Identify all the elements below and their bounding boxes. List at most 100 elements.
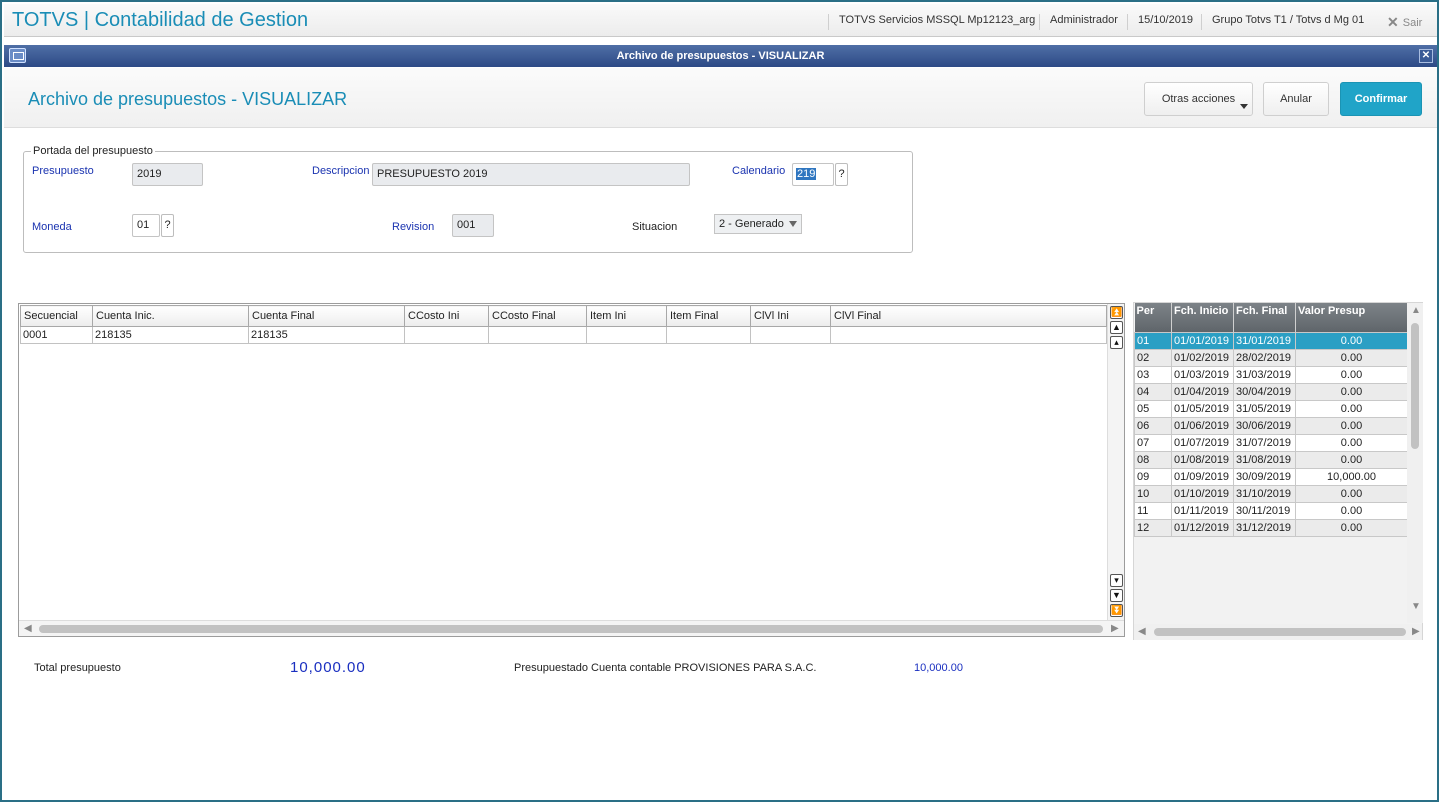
table-cell[interactable]: 31/08/2019: [1233, 450, 1296, 469]
scroll-right-icon[interactable]: ▶: [1111, 623, 1119, 634]
column-header[interactable]: CCosto Ini: [404, 305, 489, 327]
table-cell[interactable]: 0.00: [1295, 365, 1408, 384]
table-cell[interactable]: 09: [1134, 467, 1172, 486]
page-up-icon[interactable]: ▲: [1110, 321, 1123, 334]
table-cell[interactable]: 0.00: [1295, 501, 1408, 520]
cancel-button[interactable]: Anular: [1263, 82, 1329, 116]
table-cell[interactable]: 12: [1134, 518, 1172, 537]
table-cell[interactable]: 30/11/2019: [1233, 501, 1296, 520]
budget-field[interactable]: 2019: [132, 163, 203, 186]
column-header[interactable]: Per: [1134, 303, 1172, 332]
table-cell[interactable]: 04: [1134, 382, 1172, 401]
table-cell[interactable]: 0.00: [1295, 484, 1408, 503]
table-cell[interactable]: 02: [1134, 348, 1172, 367]
table-row[interactable]: 03 01/03/2019 31/03/2019 0.00: [1134, 365, 1408, 384]
exit-button[interactable]: ✕ Sair: [1387, 14, 1422, 31]
column-header[interactable]: Cuenta Final: [248, 305, 405, 327]
scroll-top-icon[interactable]: ⏫: [1110, 306, 1123, 319]
scroll-down-icon[interactable]: ▼: [1411, 601, 1421, 612]
table-row[interactable]: 08 01/08/2019 31/08/2019 0.00: [1134, 450, 1408, 469]
currency-lookup-button[interactable]: ?: [161, 214, 174, 237]
table-cell[interactable]: 01/05/2019: [1171, 399, 1234, 418]
table-cell[interactable]: 31/03/2019: [1233, 365, 1296, 384]
column-header[interactable]: CCosto Final: [488, 305, 587, 327]
column-header[interactable]: ClVl Final: [830, 305, 1107, 327]
table-cell[interactable]: 31/01/2019: [1233, 331, 1296, 350]
table-cell[interactable]: 0.00: [1295, 433, 1408, 452]
scroll-down-icon[interactable]: ▾: [1110, 574, 1123, 587]
grid-vertical-scrollbar[interactable]: ⏫ ▲ ▴ ▾ ▼ ⏬: [1107, 304, 1124, 620]
table-row[interactable]: 09 01/09/2019 30/09/2019 10,000.00: [1134, 467, 1408, 486]
dialog-close-button[interactable]: ✕: [1419, 49, 1433, 63]
revision-field[interactable]: 001: [452, 214, 494, 237]
table-cell[interactable]: [404, 326, 489, 344]
column-header[interactable]: Fch. Inicio: [1171, 303, 1234, 332]
scroll-thumb[interactable]: [39, 625, 1103, 633]
table-cell[interactable]: 07: [1134, 433, 1172, 452]
column-header[interactable]: Cuenta Inic.: [92, 305, 249, 327]
page-down-icon[interactable]: ▼: [1110, 589, 1123, 602]
table-cell[interactable]: 10,000.00: [1295, 467, 1408, 486]
table-cell[interactable]: [830, 326, 1107, 344]
accounts-grid[interactable]: Secuencial Cuenta Inic. Cuenta Final CCo…: [18, 303, 1125, 637]
table-cell[interactable]: 01/10/2019: [1171, 484, 1234, 503]
table-cell[interactable]: 03: [1134, 365, 1172, 384]
calendar-field[interactable]: 219: [792, 163, 834, 186]
table-cell[interactable]: 01: [1134, 331, 1172, 350]
scroll-left-icon[interactable]: ◀: [1138, 626, 1146, 637]
periods-vertical-scrollbar[interactable]: ▲ ▼: [1407, 303, 1423, 623]
table-cell[interactable]: 11: [1134, 501, 1172, 520]
table-row[interactable]: 12 01/12/2019 31/12/2019 0.00: [1134, 518, 1408, 537]
scroll-left-icon[interactable]: ◀: [24, 623, 32, 634]
table-cell[interactable]: [488, 326, 587, 344]
table-row[interactable]: 0001 218135 218135: [20, 326, 1107, 344]
table-cell[interactable]: 01/12/2019: [1171, 518, 1234, 537]
table-row[interactable]: 11 01/11/2019 30/11/2019 0.00: [1134, 501, 1408, 520]
column-header[interactable]: Item Final: [666, 305, 751, 327]
table-cell[interactable]: 218135: [92, 326, 249, 344]
periods-grid[interactable]: Per Fch. Inicio Fch. Final Valor Presup …: [1133, 302, 1423, 640]
table-cell[interactable]: 05: [1134, 399, 1172, 418]
table-cell[interactable]: [750, 326, 831, 344]
column-header[interactable]: ClVl Ini: [750, 305, 831, 327]
table-cell[interactable]: 06: [1134, 416, 1172, 435]
table-cell[interactable]: 0.00: [1295, 348, 1408, 367]
table-row[interactable]: 10 01/10/2019 31/10/2019 0.00: [1134, 484, 1408, 503]
table-cell[interactable]: 28/02/2019: [1233, 348, 1296, 367]
table-cell[interactable]: [666, 326, 751, 344]
column-header[interactable]: Fch. Final: [1233, 303, 1296, 332]
table-cell[interactable]: 218135: [248, 326, 405, 344]
table-cell[interactable]: 0001: [20, 326, 93, 344]
scroll-thumb[interactable]: [1411, 323, 1419, 449]
table-cell[interactable]: [586, 326, 667, 344]
table-row[interactable]: 06 01/06/2019 30/06/2019 0.00: [1134, 416, 1408, 435]
table-cell[interactable]: 0.00: [1295, 331, 1408, 350]
table-cell[interactable]: 30/06/2019: [1233, 416, 1296, 435]
calendar-lookup-button[interactable]: ?: [835, 163, 848, 186]
table-cell[interactable]: 31/05/2019: [1233, 399, 1296, 418]
grid-horizontal-scrollbar[interactable]: ◀ ▶: [19, 620, 1124, 636]
table-cell[interactable]: 31/07/2019: [1233, 433, 1296, 452]
column-header[interactable]: Item Ini: [586, 305, 667, 327]
more-actions-button[interactable]: Otras acciones: [1144, 82, 1253, 116]
scroll-up-icon[interactable]: ▲: [1411, 305, 1421, 316]
table-cell[interactable]: 01/06/2019: [1171, 416, 1234, 435]
table-row[interactable]: 04 01/04/2019 30/04/2019 0.00: [1134, 382, 1408, 401]
table-cell[interactable]: 0.00: [1295, 416, 1408, 435]
table-cell[interactable]: 01/08/2019: [1171, 450, 1234, 469]
scroll-bottom-icon[interactable]: ⏬: [1110, 604, 1123, 617]
table-cell[interactable]: 0.00: [1295, 382, 1408, 401]
table-cell[interactable]: 01/09/2019: [1171, 467, 1234, 486]
table-cell[interactable]: 31/12/2019: [1233, 518, 1296, 537]
table-row[interactable]: 01 01/01/2019 31/01/2019 0.00: [1134, 331, 1408, 350]
description-field[interactable]: PRESUPUESTO 2019: [372, 163, 690, 186]
status-select[interactable]: 2 - Generado: [714, 214, 802, 234]
table-cell[interactable]: 0.00: [1295, 450, 1408, 469]
table-cell[interactable]: 0.00: [1295, 518, 1408, 537]
periods-horizontal-scrollbar[interactable]: ◀ ▶: [1134, 624, 1422, 640]
currency-field[interactable]: 01: [132, 214, 160, 237]
table-cell[interactable]: 08: [1134, 450, 1172, 469]
table-cell[interactable]: 01/02/2019: [1171, 348, 1234, 367]
table-row[interactable]: 07 01/07/2019 31/07/2019 0.00: [1134, 433, 1408, 452]
table-cell[interactable]: 0.00: [1295, 399, 1408, 418]
